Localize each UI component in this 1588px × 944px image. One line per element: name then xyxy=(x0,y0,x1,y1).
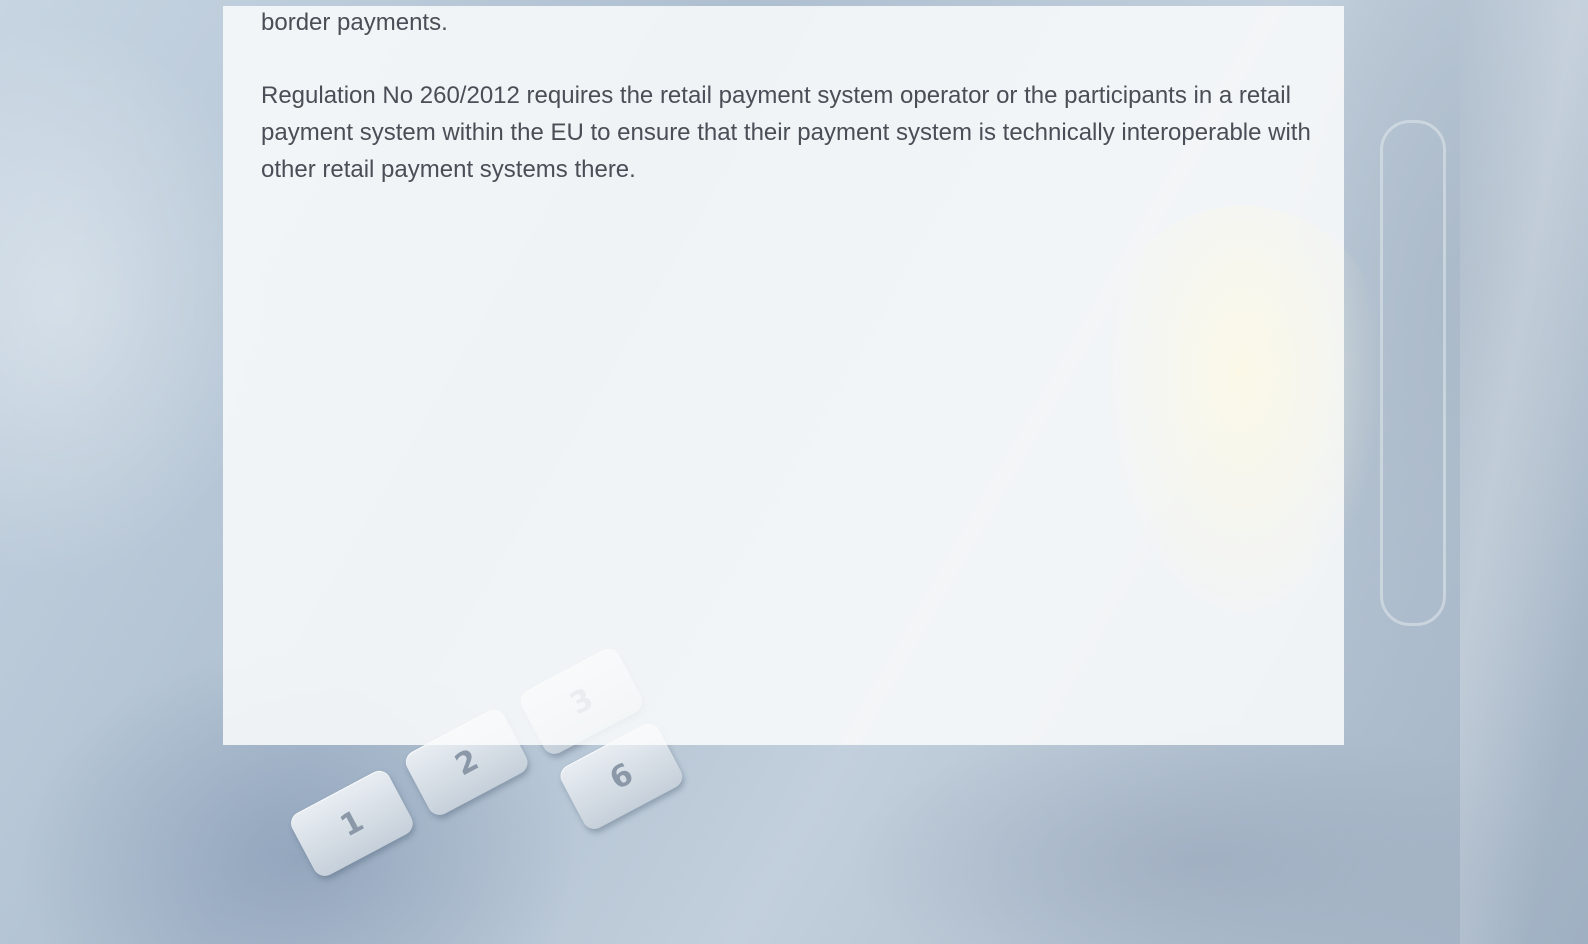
content-panel: border payments. Regulation No 260/2012 … xyxy=(223,6,1383,745)
article-paragraph: Regulation No 260/2012 requires the reta… xyxy=(261,82,1311,183)
article-body: border payments. Regulation No 260/2012 … xyxy=(261,6,1317,224)
background-arch-glow xyxy=(1103,206,1383,626)
background-banknote-edge xyxy=(1460,0,1588,944)
background-banknote-stripe xyxy=(1380,120,1446,626)
article-paragraph: border payments. xyxy=(261,9,448,36)
keypad-key: 1 xyxy=(286,766,417,881)
